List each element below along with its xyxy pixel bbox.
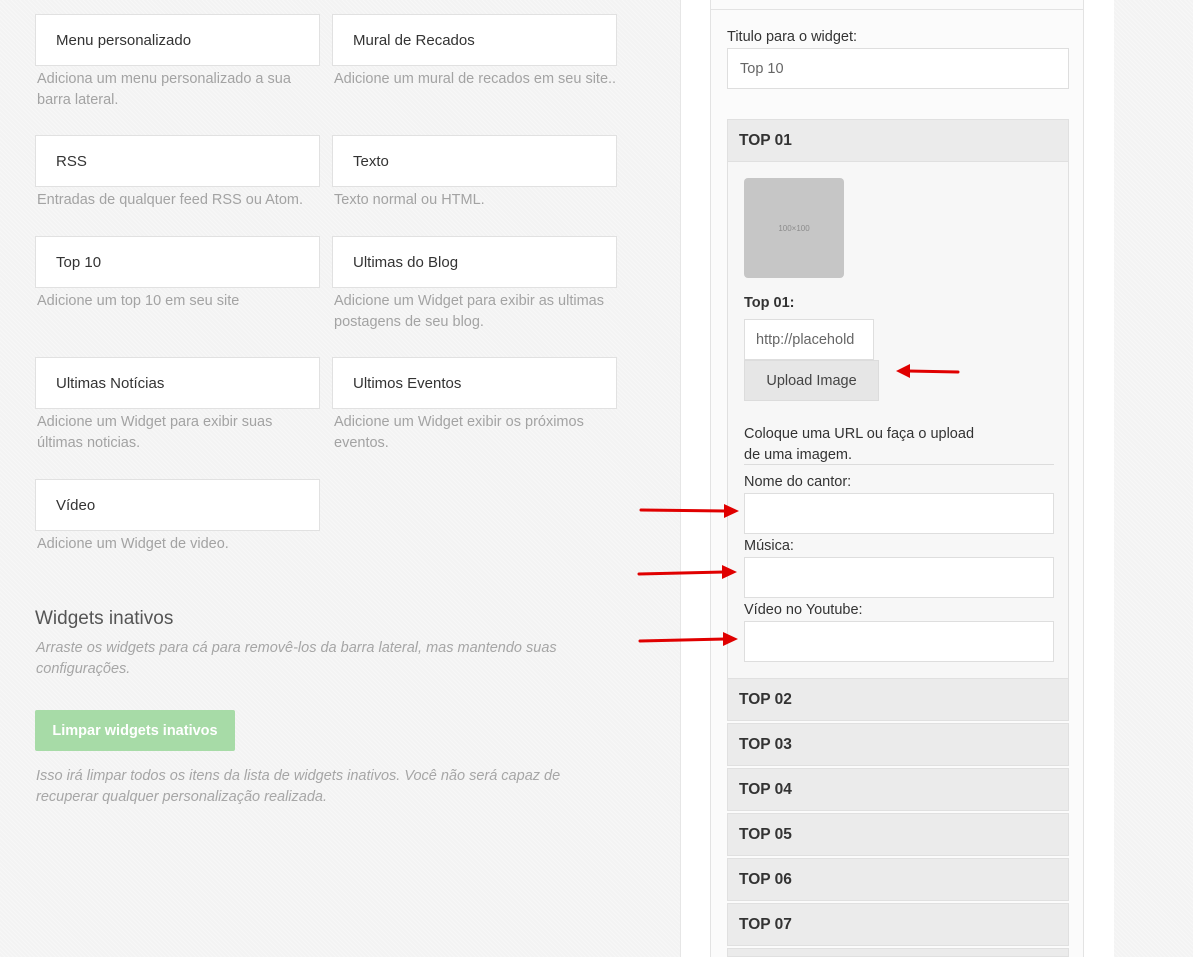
accordion-top-02[interactable]: TOP 02 <box>727 678 1069 721</box>
widget-title-label: Titulo para o widget: <box>727 29 858 45</box>
widget-title[interactable]: RSS <box>35 135 320 187</box>
accordion-top-07[interactable]: TOP 07 <box>727 903 1069 946</box>
widget-texto: Texto Texto normal ou HTML. <box>332 135 617 211</box>
widget-ultimos-eventos: Ultimos Eventos Adicione um Widget exibi… <box>332 357 617 454</box>
accordion-top-06[interactable]: TOP 06 <box>727 858 1069 901</box>
inactive-widgets-title: Widgets inativos <box>35 608 174 629</box>
widget-description: Adicione um Widget exibir os próximos ev… <box>334 414 584 451</box>
widget-description: Adiciona um menu personalizado a sua bar… <box>37 71 291 108</box>
singer-name-input[interactable] <box>744 493 1054 534</box>
accordion-top-01[interactable]: TOP 01 <box>727 119 1069 162</box>
widget-description: Adicione um top 10 em seu site <box>37 293 240 309</box>
widget-title-input[interactable]: Top 10 <box>727 48 1069 89</box>
top10-widget-editor: Titulo para o widget: Top 10 TOP 01 100×… <box>710 0 1084 957</box>
image-placeholder-thumbnail: 100×100 <box>744 178 844 278</box>
widget-mural-de-recados: Mural de Recados Adicione um mural de re… <box>332 14 617 90</box>
widget-video: Vídeo Adicione um Widget de video. <box>35 479 320 555</box>
widget-title[interactable]: Mural de Recados <box>332 14 617 66</box>
clear-inactive-description: Isso irá limpar todos os itens da lista … <box>36 768 561 805</box>
widget-menu-personalizado: Menu personalizado Adiciona um menu pers… <box>35 14 320 111</box>
widget-ultimas-do-blog: Ultimas do Blog Adicione um Widget para … <box>332 236 617 333</box>
widget-title[interactable]: Ultimas do Blog <box>332 236 617 288</box>
accordion-top-03[interactable]: TOP 03 <box>727 723 1069 766</box>
upload-image-button[interactable]: Upload Image <box>744 360 879 401</box>
widget-description: Adicione um mural de recados em seu site… <box>334 71 617 87</box>
widget-ultimas-noticias: Ultimas Notícias Adicione um Widget para… <box>35 357 320 454</box>
clear-inactive-widgets-button[interactable]: Limpar widgets inativos <box>35 710 235 751</box>
top-01-panel: 100×100 Top 01: http://placehold Upload … <box>727 162 1069 678</box>
music-input[interactable] <box>744 557 1054 598</box>
widget-description: Adicione um Widget de video. <box>37 536 229 552</box>
widget-title[interactable]: Top 10 <box>35 236 320 288</box>
widget-description: Adicione um Widget para exibir suas últi… <box>37 414 273 451</box>
widget-description: Adicione um Widget para exibir as ultima… <box>334 293 604 330</box>
widget-rss: RSS Entradas de qualquer feed RSS ou Ato… <box>35 135 320 211</box>
right-margin-background <box>1114 0 1193 957</box>
upload-hint-text: Coloque uma URL ou faça o upload de uma … <box>744 426 975 463</box>
inactive-widgets-description: Arraste os widgets para cá para removê-l… <box>36 640 557 677</box>
image-url-input[interactable]: http://placehold <box>744 319 874 360</box>
music-label: Música: <box>744 538 794 554</box>
top-01-image-label: Top 01: <box>744 295 795 311</box>
panel-divider <box>711 9 1083 10</box>
widget-description: Entradas de qualquer feed RSS ou Atom. <box>37 192 304 208</box>
widget-title[interactable]: Menu personalizado <box>35 14 320 66</box>
field-separator <box>744 464 1054 465</box>
accordion-top-08-partial[interactable] <box>727 948 1069 957</box>
singer-name-label: Nome do cantor: <box>744 474 852 490</box>
widget-top-10: Top 10 Adicione um top 10 em seu site <box>35 236 320 312</box>
widget-title[interactable]: Texto <box>332 135 617 187</box>
widget-title[interactable]: Ultimos Eventos <box>332 357 617 409</box>
widget-title[interactable]: Ultimas Notícias <box>35 357 320 409</box>
youtube-video-input[interactable] <box>744 621 1054 662</box>
widget-title[interactable]: Vídeo <box>35 479 320 531</box>
accordion-top-05[interactable]: TOP 05 <box>727 813 1069 856</box>
widget-description: Texto normal ou HTML. <box>334 192 485 208</box>
accordion-top-04[interactable]: TOP 04 <box>727 768 1069 811</box>
youtube-video-label: Vídeo no Youtube: <box>744 602 863 618</box>
